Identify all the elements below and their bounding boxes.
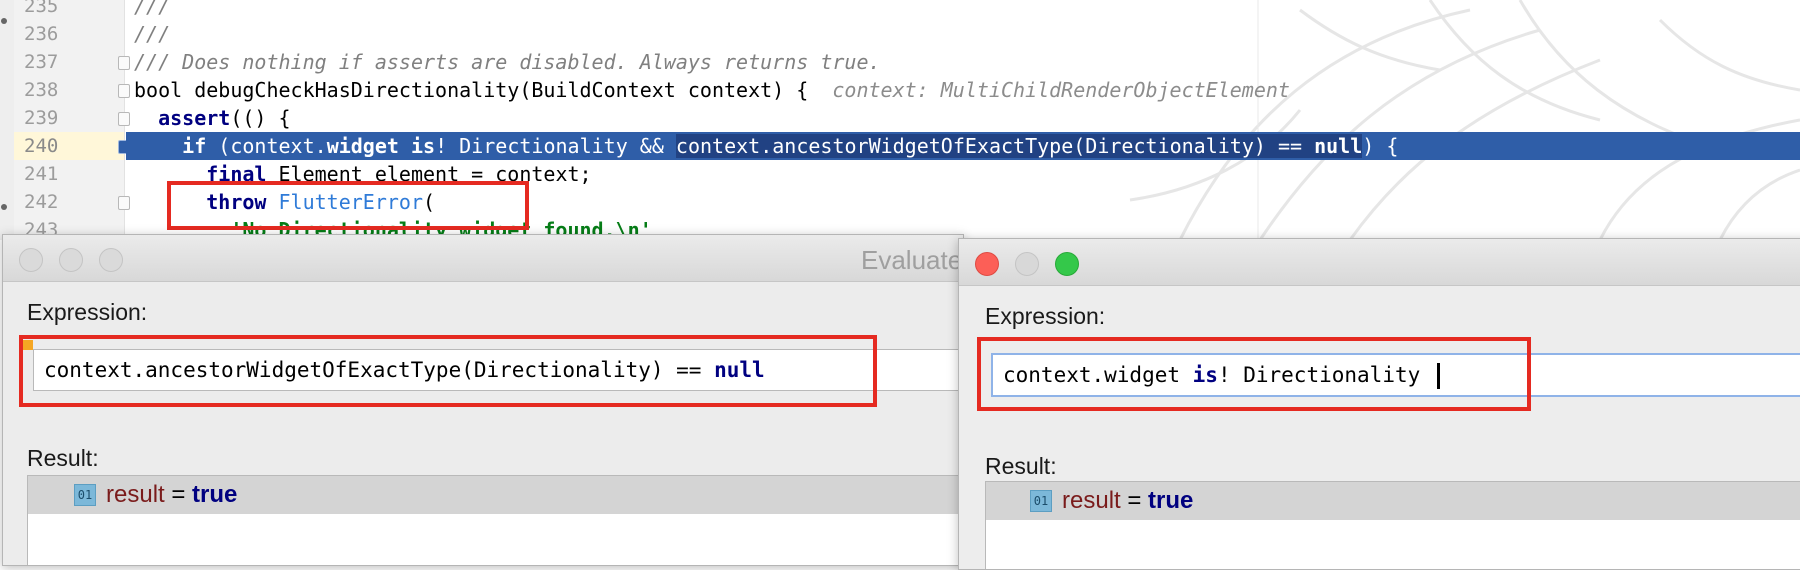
result-tree[interactable]: 01 result = true bbox=[985, 481, 1800, 569]
fold-marker-icon[interactable] bbox=[118, 112, 130, 126]
result-value: true bbox=[1148, 487, 1194, 514]
keyword: if bbox=[182, 134, 207, 158]
code-segment: ! Directionality && bbox=[435, 134, 676, 158]
line-number: 235 bbox=[24, 0, 59, 17]
code-segment: bool debugCheckHasDirectionality(BuildCo… bbox=[134, 78, 809, 102]
result-equals: = bbox=[1120, 487, 1149, 514]
keyword: assert bbox=[158, 106, 231, 130]
line-number: 240 bbox=[24, 135, 59, 157]
zoom-button[interactable] bbox=[1055, 252, 1079, 276]
code-segment: (() { bbox=[230, 106, 291, 130]
evaluate-dialog-right[interactable]: Expression: context.widget is! Direction… bbox=[958, 238, 1800, 570]
line-number: 242 bbox=[24, 191, 59, 213]
annotation-box-expression bbox=[19, 335, 877, 407]
fold-marker-icon[interactable] bbox=[118, 84, 130, 98]
zoom-button-inactive[interactable] bbox=[99, 248, 123, 272]
result-row[interactable]: 01 result = true bbox=[986, 482, 1800, 520]
result-label: Result: bbox=[27, 445, 99, 471]
code-segment: (context. bbox=[206, 134, 327, 158]
primitive-type-icon: 01 bbox=[74, 484, 96, 506]
minimize-button-inactive[interactable] bbox=[59, 248, 83, 272]
dialog-titlebar[interactable]: Evaluate bbox=[3, 235, 963, 282]
primitive-type-icon: 01 bbox=[1030, 490, 1052, 512]
line-number: 237 bbox=[24, 51, 59, 73]
line-number: 239 bbox=[24, 107, 59, 129]
result-equals: = bbox=[164, 481, 193, 508]
annotation-box-expression bbox=[977, 337, 1531, 411]
code-text: /// Does nothing if asserts are disabled… bbox=[134, 50, 881, 74]
result-tree[interactable]: 01 result = true bbox=[27, 475, 963, 565]
line-number: 241 bbox=[24, 163, 59, 185]
code-text: /// bbox=[134, 22, 171, 46]
code-editor[interactable]: 235 /// 236 /// 237 /// Does nothing if … bbox=[0, 0, 1800, 240]
code-text: /// bbox=[134, 0, 171, 18]
result-entry: result = true bbox=[106, 478, 237, 512]
line-number: 236 bbox=[24, 23, 59, 45]
code-line[interactable]: 237 /// Does nothing if asserts are disa… bbox=[0, 48, 1800, 76]
result-name: result bbox=[106, 481, 165, 508]
close-button[interactable] bbox=[975, 252, 999, 276]
code-text: bool debugCheckHasDirectionality(BuildCo… bbox=[134, 76, 1290, 104]
code-segment: context.ancestorWidgetOfExactType(Direct… bbox=[675, 134, 1315, 158]
fold-marker-icon[interactable] bbox=[118, 56, 130, 70]
code-line[interactable]: 235 /// bbox=[0, 0, 1800, 20]
dialog-titlebar[interactable] bbox=[959, 239, 1800, 286]
result-name: result bbox=[1062, 487, 1121, 514]
selected-expression: context.ancestorWidgetOfExactType(Direct… bbox=[675, 134, 1363, 158]
result-label: Result: bbox=[985, 453, 1057, 479]
close-button-inactive[interactable] bbox=[19, 248, 43, 272]
line-number: 238 bbox=[24, 79, 59, 101]
code-text: assert(() { bbox=[134, 104, 291, 132]
result-row[interactable]: 01 result = true bbox=[28, 476, 963, 514]
result-value: true bbox=[192, 481, 238, 508]
fold-marker-icon[interactable] bbox=[118, 196, 130, 210]
execution-line-highlight: if (context.widget is! Directionality &&… bbox=[126, 132, 1800, 160]
expression-label: Expression: bbox=[27, 299, 148, 325]
code-segment: ) { bbox=[1362, 134, 1399, 158]
code-text: if (context.widget is! Directionality &&… bbox=[134, 132, 1398, 160]
code-line[interactable]: 238 bool debugCheckHasDirectionality(Bui… bbox=[0, 76, 1800, 104]
keyword: null bbox=[1314, 134, 1363, 158]
result-entry: result = true bbox=[1062, 484, 1193, 518]
evaluate-dialog-left[interactable]: Evaluate Expression: context.ancestorWid… bbox=[2, 234, 964, 566]
field-ref: widget bbox=[326, 134, 399, 158]
inline-debug-value: context: MultiChildRenderObjectElement bbox=[832, 78, 1290, 102]
minimize-button[interactable] bbox=[1015, 252, 1039, 276]
code-line[interactable]: 236 /// bbox=[0, 20, 1800, 48]
expression-label: Expression: bbox=[985, 303, 1106, 329]
annotation-box-throw bbox=[167, 181, 529, 230]
dialog-title: Evaluate bbox=[861, 245, 963, 275]
keyword: is bbox=[410, 134, 436, 158]
code-line[interactable]: 239 assert(() { bbox=[0, 104, 1800, 132]
